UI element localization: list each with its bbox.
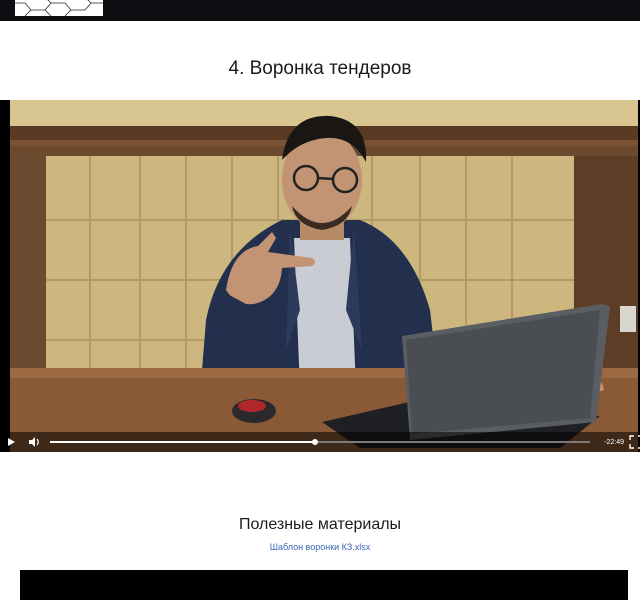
materials-heading: Полезные материалы: [238, 516, 402, 533]
video-player[interactable]: [0, 100, 640, 452]
time-remaining: -22:49: [604, 439, 624, 446]
lesson-title: 4. Воронка тендеров: [228, 58, 412, 79]
play-icon[interactable]: [3, 434, 19, 450]
video-frame: [0, 100, 640, 452]
materials-file-link[interactable]: Шаблон воронки КЗ.xlsx: [0, 542, 640, 552]
progress-fill: [50, 441, 315, 443]
progress-bar[interactable]: [50, 439, 590, 445]
top-bar: [0, 0, 640, 21]
volume-icon[interactable]: [26, 434, 42, 450]
logo-icon[interactable]: [15, 0, 103, 16]
fullscreen-icon[interactable]: [628, 434, 640, 450]
progress-handle[interactable]: [311, 439, 318, 445]
next-video-player[interactable]: [20, 570, 628, 600]
